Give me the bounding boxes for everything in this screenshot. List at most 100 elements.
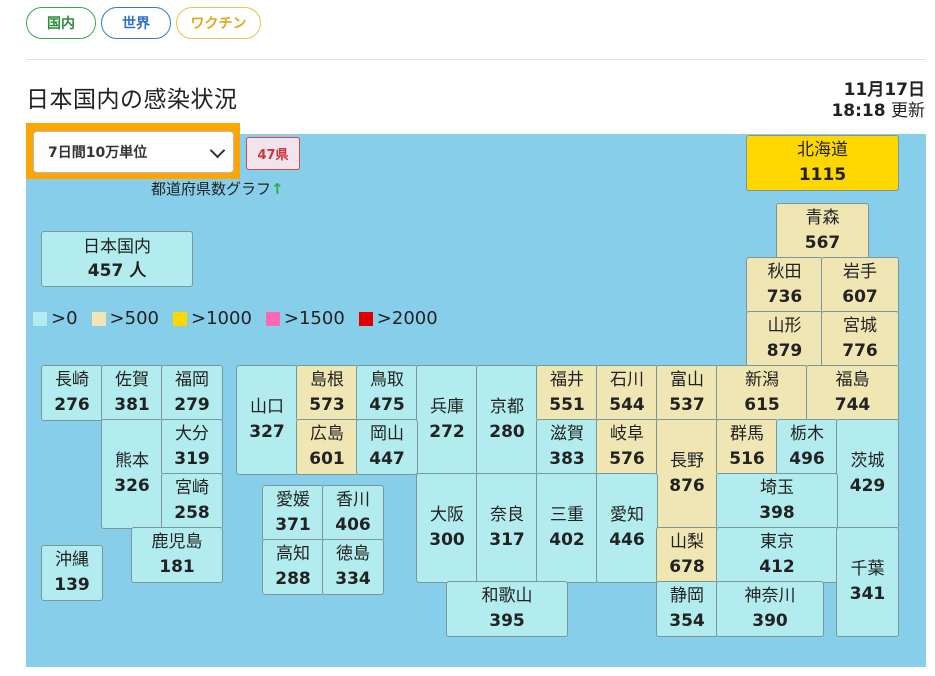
- legend-item: >2000: [358, 308, 438, 329]
- pref-ehime[interactable]: 愛媛 371: [262, 485, 324, 541]
- pref-tokyo[interactable]: 東京 412: [716, 527, 838, 583]
- pref-tottori[interactable]: 鳥取 475: [356, 365, 418, 421]
- pref-value: 1115: [798, 165, 847, 185]
- pref-yamanashi[interactable]: 山梨 678: [656, 527, 718, 583]
- pref-kyoto[interactable]: 京都 280: [476, 365, 538, 475]
- pref-value: 447: [369, 449, 405, 469]
- pref-value: 496: [789, 449, 825, 469]
- metric-select[interactable]: 7日間10万単位: [33, 131, 234, 173]
- national-total: 日本国内 457 人: [41, 231, 193, 287]
- pref-gifu[interactable]: 岐阜 576: [596, 419, 658, 475]
- pref-akita[interactable]: 秋田 736: [746, 257, 823, 313]
- pref-value: 139: [54, 575, 90, 595]
- pref-name: 福井: [550, 370, 584, 390]
- legend-swatch: [358, 311, 373, 326]
- pref-value: 272: [429, 422, 465, 442]
- pref-okinawa[interactable]: 沖縄 139: [41, 545, 103, 601]
- pref-value: 327: [249, 422, 285, 442]
- pref-name: 奈良: [490, 505, 524, 525]
- pref-ishikawa[interactable]: 石川 544: [596, 365, 658, 421]
- pref-name: 静岡: [670, 586, 704, 606]
- pref-name: 岐阜: [610, 424, 644, 444]
- update-time: 18:18: [831, 101, 886, 121]
- pref-name: 石川: [610, 370, 644, 390]
- pref-value: 381: [114, 395, 150, 415]
- pref-name: 長野: [670, 451, 704, 471]
- pref-name: 兵庫: [430, 397, 464, 417]
- pref-name: 富山: [670, 370, 704, 390]
- pref-name: 栃木: [790, 424, 824, 444]
- pref-value: 607: [842, 287, 878, 307]
- pref-value: 475: [369, 395, 405, 415]
- pref-yamaguchi[interactable]: 山口 327: [236, 365, 298, 475]
- pref-kagoshima[interactable]: 鹿児島 181: [131, 527, 223, 583]
- pref-toyama[interactable]: 富山 537: [656, 365, 718, 421]
- pref-value: 402: [549, 530, 585, 550]
- pref-mie[interactable]: 三重 402: [536, 473, 598, 583]
- pref-aomori[interactable]: 青森 567: [776, 203, 869, 259]
- pref-name: 島根: [310, 370, 344, 390]
- pref-tokushima[interactable]: 徳島 334: [322, 539, 384, 595]
- tab-domestic[interactable]: 国内: [26, 7, 96, 39]
- pref-value: 678: [669, 557, 705, 577]
- pref-gunma[interactable]: 群馬 516: [716, 419, 778, 475]
- pref-hiroshima[interactable]: 広島 601: [296, 419, 358, 475]
- pref-okayama[interactable]: 岡山 447: [356, 419, 418, 475]
- legend-label: >0: [51, 308, 78, 329]
- pref-hokkaido[interactable]: 北海道 1115: [746, 135, 899, 191]
- legend-label: >500: [109, 308, 159, 329]
- pref-fukushima[interactable]: 福島 744: [806, 365, 899, 421]
- pref-name: 福島: [835, 370, 870, 390]
- pref-kumamoto[interactable]: 熊本 326: [101, 419, 163, 529]
- pref-yamagata[interactable]: 山形 879: [746, 311, 823, 367]
- pref-name: 広島: [310, 424, 344, 444]
- pref-tochigi[interactable]: 栃木 496: [776, 419, 838, 475]
- pref-value: 776: [842, 341, 878, 361]
- legend-label: >2000: [376, 308, 438, 329]
- pref-name: 香川: [336, 490, 370, 510]
- pref-wakayama[interactable]: 和歌山 395: [446, 581, 568, 637]
- pref-oita[interactable]: 大分 319: [161, 419, 223, 475]
- pref-saga[interactable]: 佐賀 381: [101, 365, 163, 421]
- chevron-down-icon: [209, 142, 226, 159]
- pref-chiba[interactable]: 千葉 341: [836, 527, 899, 637]
- pref-name: 高知: [276, 544, 310, 564]
- pref-iwate[interactable]: 岩手 607: [821, 257, 899, 313]
- pref-value: 383: [549, 449, 585, 469]
- pref-value: 354: [669, 611, 705, 631]
- pref-name: 大阪: [430, 505, 464, 525]
- prefecture-count-button[interactable]: 47県: [246, 137, 300, 170]
- pref-aichi[interactable]: 愛知 446: [596, 473, 658, 583]
- pref-value: 736: [766, 287, 803, 307]
- tab-vaccine[interactable]: ワクチン: [176, 7, 261, 39]
- pref-shiga[interactable]: 滋賀 383: [536, 419, 598, 475]
- pref-shizuoka[interactable]: 静岡 354: [656, 581, 718, 637]
- pref-saitama[interactable]: 埼玉 398: [716, 473, 838, 529]
- page-title: 日本国内の感染状況: [26, 87, 238, 113]
- pref-nara[interactable]: 奈良 317: [476, 473, 538, 583]
- pref-kanagawa[interactable]: 神奈川 390: [716, 581, 824, 637]
- legend-swatch: [265, 311, 280, 326]
- pref-nagasaki[interactable]: 長崎 276: [41, 365, 103, 421]
- pref-value: 334: [335, 569, 371, 589]
- pref-kochi[interactable]: 高知 288: [262, 539, 324, 595]
- pref-name: 宮城: [843, 316, 877, 336]
- pref-ibaraki[interactable]: 茨城 429: [836, 419, 899, 529]
- pref-name: 徳島: [336, 544, 370, 564]
- pref-niigata[interactable]: 新潟 615: [716, 365, 808, 421]
- pref-name: 神奈川: [744, 586, 796, 606]
- pref-fukuoka[interactable]: 福岡 279: [161, 365, 223, 421]
- pref-miyagi[interactable]: 宮城 776: [821, 311, 899, 367]
- tab-world[interactable]: 世界: [101, 7, 171, 39]
- pref-osaka[interactable]: 大阪 300: [416, 473, 478, 583]
- prefecture-graph-link[interactable]: 都道府県数グラフ↑: [151, 178, 284, 199]
- pref-nagano[interactable]: 長野 876: [656, 419, 718, 529]
- pref-miyazaki[interactable]: 宮崎 258: [161, 473, 223, 529]
- pref-name: 京都: [490, 397, 524, 417]
- pref-value: 446: [609, 530, 645, 550]
- pref-fukui[interactable]: 福井 551: [536, 365, 598, 421]
- legend-label: >1500: [283, 308, 345, 329]
- pref-hyogo[interactable]: 兵庫 272: [416, 365, 478, 475]
- pref-kagawa[interactable]: 香川 406: [322, 485, 384, 541]
- pref-shimane[interactable]: 島根 573: [296, 365, 358, 421]
